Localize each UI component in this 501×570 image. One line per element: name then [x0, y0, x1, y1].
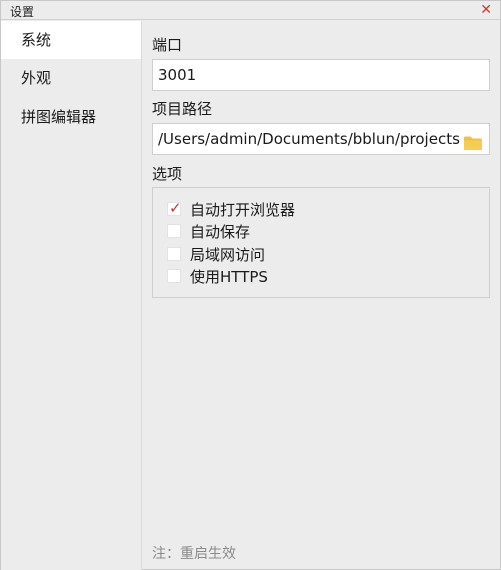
sidebar-item-system[interactable]: 系统: [1, 21, 141, 59]
checkbox[interactable]: [167, 247, 181, 261]
option-label: 局域网访问: [190, 245, 266, 264]
sidebar-item-puzzle-editor[interactable]: 拼图编辑器: [1, 98, 141, 136]
project-path-input[interactable]: /Users/admin/Documents/bblun/projects: [152, 123, 490, 155]
option-use-https[interactable]: 使用HTTPS: [167, 265, 268, 287]
check-icon: ✓: [169, 199, 182, 217]
project-path-value: /Users/admin/Documents/bblun/projects: [158, 130, 460, 148]
options-label: 选项: [152, 165, 183, 183]
restart-note: 注：重启生效: [152, 546, 236, 562]
folder-icon[interactable]: [463, 131, 483, 150]
option-lan-access[interactable]: 局域网访问: [167, 243, 265, 265]
sidebar-item-appearance[interactable]: 外观: [1, 59, 141, 97]
sidebar-item-label: 系统: [21, 31, 52, 49]
option-auto-open-browser[interactable]: ✓ 自动打开浏览器: [167, 198, 295, 220]
option-auto-save[interactable]: 自动保存: [167, 220, 250, 242]
title-bar: 设置 ✕: [1, 1, 500, 20]
port-label: 端口: [152, 36, 183, 54]
port-input[interactable]: 3001: [152, 59, 490, 91]
window-title: 设置: [10, 5, 35, 19]
options-group: ✓ 自动打开浏览器 自动保存 局域网访问 使用HTTPS: [152, 187, 490, 298]
close-icon[interactable]: ✕: [480, 2, 492, 18]
sidebar-item-label: 外观: [21, 69, 52, 87]
option-label: 自动打开浏览器: [190, 200, 296, 219]
checkbox[interactable]: [167, 224, 181, 238]
checkbox[interactable]: [167, 269, 181, 283]
sidebar: 系统 外观 拼图编辑器: [1, 21, 142, 570]
sidebar-item-label: 拼图编辑器: [21, 108, 97, 126]
checkbox-checked[interactable]: ✓: [167, 199, 182, 217]
option-label: 使用HTTPS: [190, 267, 268, 286]
settings-window: 设置 ✕ 系统 外观 拼图编辑器 端口 3001 项目路径 /Users/adm…: [0, 0, 501, 570]
project-path-label: 项目路径: [152, 100, 213, 118]
option-label: 自动保存: [190, 222, 251, 241]
settings-panel: 端口 3001 项目路径 /Users/admin/Documents/bblu…: [142, 21, 500, 570]
